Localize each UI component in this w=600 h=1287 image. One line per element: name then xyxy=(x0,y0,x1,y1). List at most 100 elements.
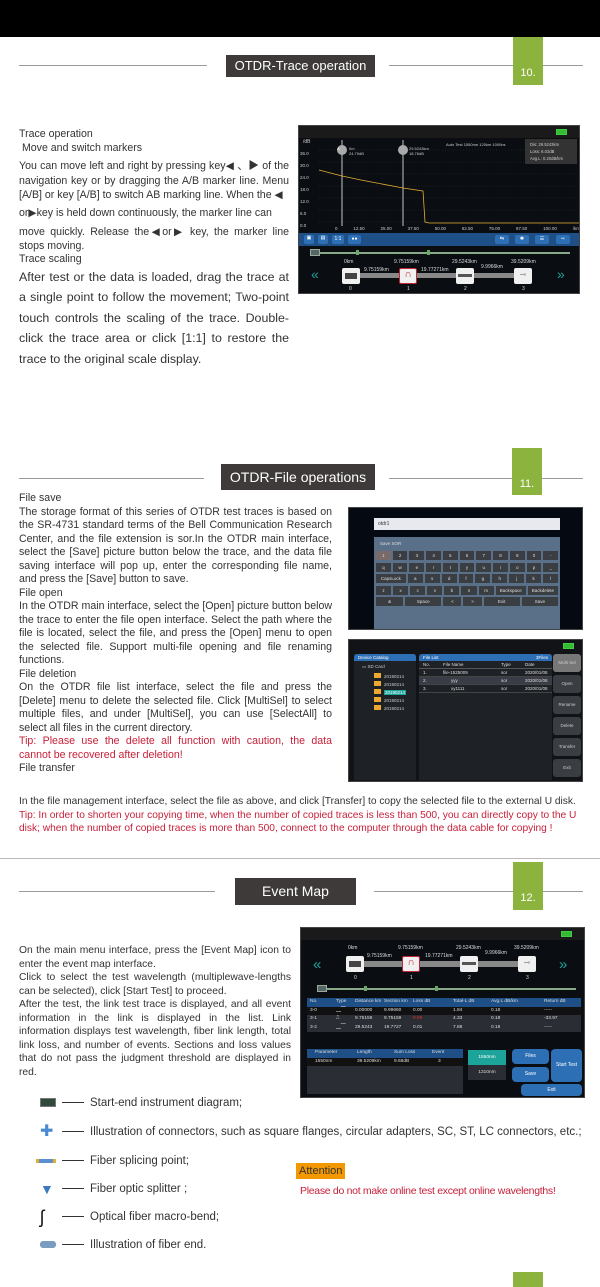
file-action-button[interactable]: Open xyxy=(553,675,581,693)
column-header: Type xyxy=(336,999,347,1004)
key[interactable]: x xyxy=(393,585,409,595)
key[interactable]: 7 xyxy=(476,551,492,560)
key[interactable]: > xyxy=(463,597,482,606)
key[interactable]: & xyxy=(376,597,404,606)
link-overview-slider[interactable] xyxy=(321,988,576,990)
event-row[interactable]: 3-2 ⎽⎺ 29.5243 19.7727 0.01 7.88 0.18 ----- xyxy=(307,1023,581,1032)
folder-item[interactable]: 20190214 xyxy=(374,697,416,705)
key[interactable]: l xyxy=(543,574,558,583)
key[interactable]: < xyxy=(443,597,462,606)
fiber-end-node[interactable]: ⊸ xyxy=(514,268,532,284)
instrument-node[interactable] xyxy=(342,268,360,284)
key[interactable]: - xyxy=(543,551,559,560)
prev-chevron-icon[interactable]: « xyxy=(311,267,319,281)
zoom-reset-button[interactable]: 1:1 xyxy=(332,235,344,244)
save-button[interactable]: Save xyxy=(512,1067,549,1082)
key[interactable]: h xyxy=(492,574,508,583)
key[interactable]: s xyxy=(424,574,440,583)
folder-item[interactable]: 20190214 xyxy=(374,705,416,713)
file-row[interactable]: 1. file-1525009 sor 2020/01/08 xyxy=(419,669,552,677)
key[interactable]: c xyxy=(410,585,426,595)
file-action-button[interactable]: Delete xyxy=(553,717,581,735)
dialog-title: Save SOR xyxy=(380,541,402,546)
key[interactable]: j xyxy=(509,574,525,583)
key[interactable]: 6 xyxy=(459,551,475,560)
file-action-button[interactable]: Multi Sel xyxy=(553,654,581,672)
splice-node[interactable] xyxy=(460,956,478,972)
x-tick: /km xyxy=(572,226,580,231)
key[interactable]: g xyxy=(475,574,491,583)
macro-bend-node[interactable]: ∩ xyxy=(399,268,417,284)
event-row[interactable]: 3-0 ⎽⎺ 0.00000 9.99660 0.00 1.84 0.18 ----- xyxy=(307,1006,581,1015)
key[interactable]: o xyxy=(509,562,525,572)
key[interactable]: v xyxy=(427,585,443,595)
key[interactable]: k xyxy=(526,574,542,583)
link-overview-slider[interactable] xyxy=(315,252,570,254)
macro-bend-node[interactable]: ∩ xyxy=(402,956,420,972)
key[interactable]: _ xyxy=(543,562,559,572)
key[interactable]: CapsLock xyxy=(376,574,406,583)
next-chevron-icon[interactable]: » xyxy=(559,956,567,973)
fiber-end-node[interactable]: ⊸ xyxy=(518,956,536,972)
key[interactable]: 1 xyxy=(376,551,391,560)
key[interactable]: m xyxy=(478,585,494,595)
filename-input[interactable]: otdr1 xyxy=(374,518,560,530)
wavelength-1550-toggle[interactable]: 1550nm xyxy=(468,1050,506,1065)
file-row[interactable]: 3. xy1111 sor 2020/01/08 xyxy=(419,685,552,693)
key[interactable]: Save xyxy=(521,597,558,606)
save-icon[interactable]: ▣ xyxy=(304,235,314,244)
event-list-icon[interactable]: ☰ xyxy=(535,235,549,244)
next-chevron-icon[interactable]: » xyxy=(557,267,565,281)
start-test-button[interactable]: Start Test xyxy=(551,1049,582,1082)
key[interactable]: z xyxy=(376,585,392,595)
file-cell: 1. xyxy=(423,670,427,675)
settings-icon[interactable]: ✱ xyxy=(515,235,529,244)
key[interactable]: w xyxy=(392,562,408,572)
key[interactable]: a xyxy=(407,574,423,583)
paragraph: You can move left and right by pressing … xyxy=(19,160,289,201)
key[interactable]: n xyxy=(461,585,477,595)
key[interactable]: 3 xyxy=(409,551,425,560)
file-action-button[interactable]: Exit xyxy=(553,759,581,777)
key[interactable]: 4 xyxy=(426,551,441,560)
key[interactable]: e xyxy=(409,562,425,572)
folder-item[interactable]: 20190214 xyxy=(374,689,416,697)
key[interactable]: r xyxy=(426,562,441,572)
divider xyxy=(389,478,583,479)
folder-item[interactable]: 20190214 xyxy=(374,673,416,681)
file-action-button[interactable]: Rename xyxy=(553,696,581,714)
wavelength-1310-toggle[interactable]: 1310nm xyxy=(468,1065,506,1080)
sd-card-item[interactable]: ▭ SD Card xyxy=(354,661,416,673)
swap-icon[interactable]: ⇆ xyxy=(495,235,509,244)
key[interactable]: 2 xyxy=(392,551,408,560)
key[interactable]: 0 xyxy=(526,551,542,560)
exit-icon[interactable]: ⇨ xyxy=(556,235,570,244)
key[interactable]: d xyxy=(441,574,457,583)
legend-item: ʃ Optical fiber macro-bend; xyxy=(40,1207,600,1227)
files-button[interactable]: Files xyxy=(512,1049,549,1064)
key[interactable]: Space xyxy=(405,597,442,606)
folder-item[interactable]: 20190214 xyxy=(374,681,416,689)
file-row[interactable]: 2. yyy sor 2020/01/08 xyxy=(419,677,552,685)
ab-switch-icon[interactable]: ●● xyxy=(348,235,361,244)
event-row[interactable]: 3-1 ⎍ 9.75159 9.75159 0.69 4.33 0.18 -33.97 xyxy=(307,1015,581,1024)
key[interactable]: u xyxy=(476,562,492,572)
key[interactable]: t xyxy=(442,562,458,572)
key[interactable]: f xyxy=(458,574,474,583)
key[interactable]: b xyxy=(444,585,460,595)
key[interactable]: 5 xyxy=(442,551,458,560)
instrument-node[interactable] xyxy=(346,956,364,972)
key[interactable]: p xyxy=(526,562,542,572)
key[interactable]: Backdelete xyxy=(527,585,559,595)
key[interactable]: 8 xyxy=(493,551,508,560)
key[interactable]: Exit xyxy=(483,597,520,606)
key[interactable]: 9 xyxy=(509,551,525,560)
splice-node[interactable] xyxy=(456,268,474,284)
key[interactable]: q xyxy=(376,562,391,572)
key[interactable]: y xyxy=(459,562,475,572)
file-action-button[interactable]: Transfer xyxy=(553,738,581,756)
key[interactable]: i xyxy=(493,562,508,572)
open-file-icon[interactable]: ▤ xyxy=(318,235,328,244)
prev-chevron-icon[interactable]: « xyxy=(313,956,321,973)
key[interactable]: Backspace xyxy=(495,585,526,595)
